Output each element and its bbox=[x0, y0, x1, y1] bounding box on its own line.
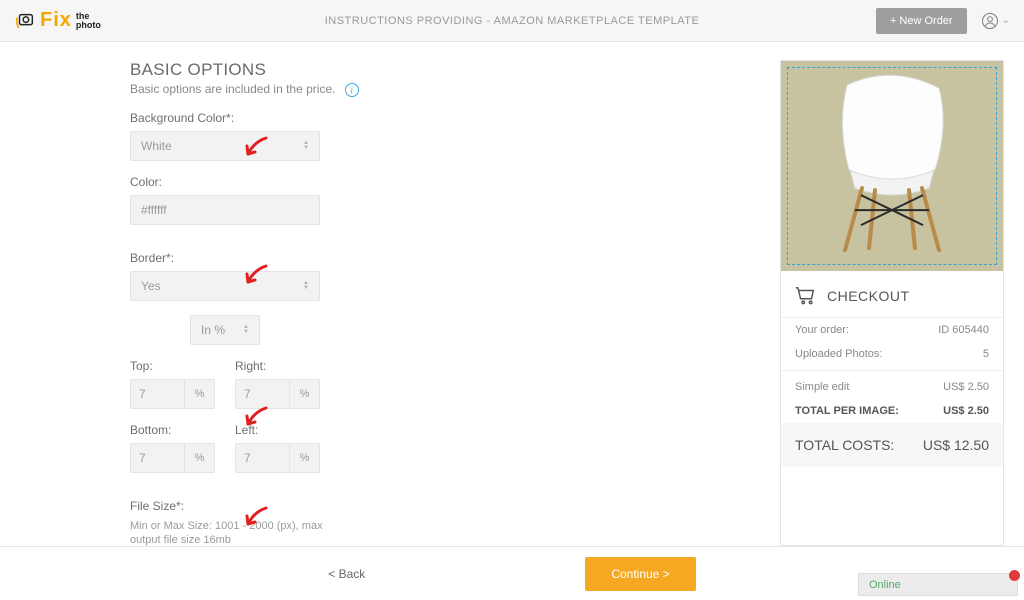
left-unit: % bbox=[290, 443, 320, 473]
page-title: INSTRUCTIONS PROVIDING - AMAZON MARKETPL… bbox=[0, 15, 1024, 27]
select-caret-icon: ▲▼ bbox=[243, 325, 249, 335]
section-hint-text: Basic options are included in the price. bbox=[130, 82, 335, 96]
chat-status: Online bbox=[869, 579, 901, 591]
bg-color-select[interactable]: White ▲▼ bbox=[130, 131, 320, 161]
select-caret-icon: ▲▼ bbox=[303, 281, 309, 291]
back-button[interactable]: < Back bbox=[328, 567, 365, 581]
top-input[interactable]: 7 bbox=[130, 379, 185, 409]
main-content: BASIC OPTIONS Basic options are included… bbox=[0, 42, 1024, 546]
bg-color-label: Background Color*: bbox=[130, 111, 760, 125]
image-preview bbox=[781, 61, 1003, 271]
notification-badge bbox=[1009, 570, 1020, 581]
per-image-row: TOTAL PER IMAGE: US$ 2.50 bbox=[781, 399, 1003, 423]
checkout-panel: CHECKOUT Your order: ID 605440 Uploaded … bbox=[780, 60, 1004, 546]
line-item-name: Simple edit bbox=[795, 381, 849, 393]
line-item-price: US$ 2.50 bbox=[943, 381, 989, 393]
section-hint: Basic options are included in the price.… bbox=[130, 82, 760, 97]
continue-button[interactable]: Continue > bbox=[585, 557, 695, 591]
left-input[interactable]: 7 bbox=[235, 443, 290, 473]
bottom-unit: % bbox=[185, 443, 215, 473]
right-label: Right: bbox=[235, 359, 320, 373]
border-select[interactable]: Yes ▲▼ bbox=[130, 271, 320, 301]
per-image-label: TOTAL PER IMAGE: bbox=[795, 405, 899, 417]
right-unit: % bbox=[290, 379, 320, 409]
filesize-hint: Min or Max Size: 1001 - 2000 (px), max o… bbox=[130, 519, 340, 547]
color-input[interactable]: #ffffff bbox=[130, 195, 320, 225]
app-header: Fix the photo INSTRUCTIONS PROVIDING - A… bbox=[0, 0, 1024, 42]
border-label: Border*: bbox=[130, 251, 760, 265]
product-image bbox=[817, 70, 967, 255]
top-unit: % bbox=[185, 379, 215, 409]
border-value: Yes bbox=[141, 279, 161, 293]
cart-icon bbox=[795, 285, 817, 307]
per-image-value: US$ 2.50 bbox=[943, 405, 989, 417]
photos-row: Uploaded Photos: 5 bbox=[781, 342, 1003, 366]
order-id: ID 605440 bbox=[938, 324, 989, 336]
line-item-row: Simple edit US$ 2.50 bbox=[781, 375, 1003, 399]
select-caret-icon: ▲▼ bbox=[303, 141, 309, 151]
total-row: TOTAL COSTS: US$ 12.50 bbox=[781, 423, 1003, 467]
right-input[interactable]: 7 bbox=[235, 379, 290, 409]
checkout-heading: CHECKOUT bbox=[781, 271, 1003, 318]
top-label: Top: bbox=[130, 359, 215, 373]
options-form: BASIC OPTIONS Basic options are included… bbox=[20, 60, 760, 546]
chat-widget[interactable]: Online bbox=[858, 573, 1018, 596]
color-value: #ffffff bbox=[141, 203, 167, 217]
bg-color-value: White bbox=[141, 139, 172, 153]
section-heading: BASIC OPTIONS bbox=[130, 60, 760, 80]
unit-select[interactable]: In % ▲▼ bbox=[190, 315, 260, 345]
order-row: Your order: ID 605440 bbox=[781, 318, 1003, 342]
bottom-label: Bottom: bbox=[130, 423, 215, 437]
photos-count: 5 bbox=[983, 348, 989, 360]
order-label: Your order: bbox=[795, 324, 849, 336]
filesize-label: File Size*: bbox=[130, 499, 760, 513]
total-value: US$ 12.50 bbox=[923, 437, 989, 453]
total-label: TOTAL COSTS: bbox=[795, 437, 894, 453]
info-icon[interactable]: i bbox=[345, 83, 359, 97]
unit-value: In % bbox=[201, 323, 225, 337]
bottom-input[interactable]: 7 bbox=[130, 443, 185, 473]
checkout-title: CHECKOUT bbox=[827, 288, 910, 304]
color-label: Color: bbox=[130, 175, 760, 189]
photos-label: Uploaded Photos: bbox=[795, 348, 882, 360]
left-label: Left: bbox=[235, 423, 320, 437]
